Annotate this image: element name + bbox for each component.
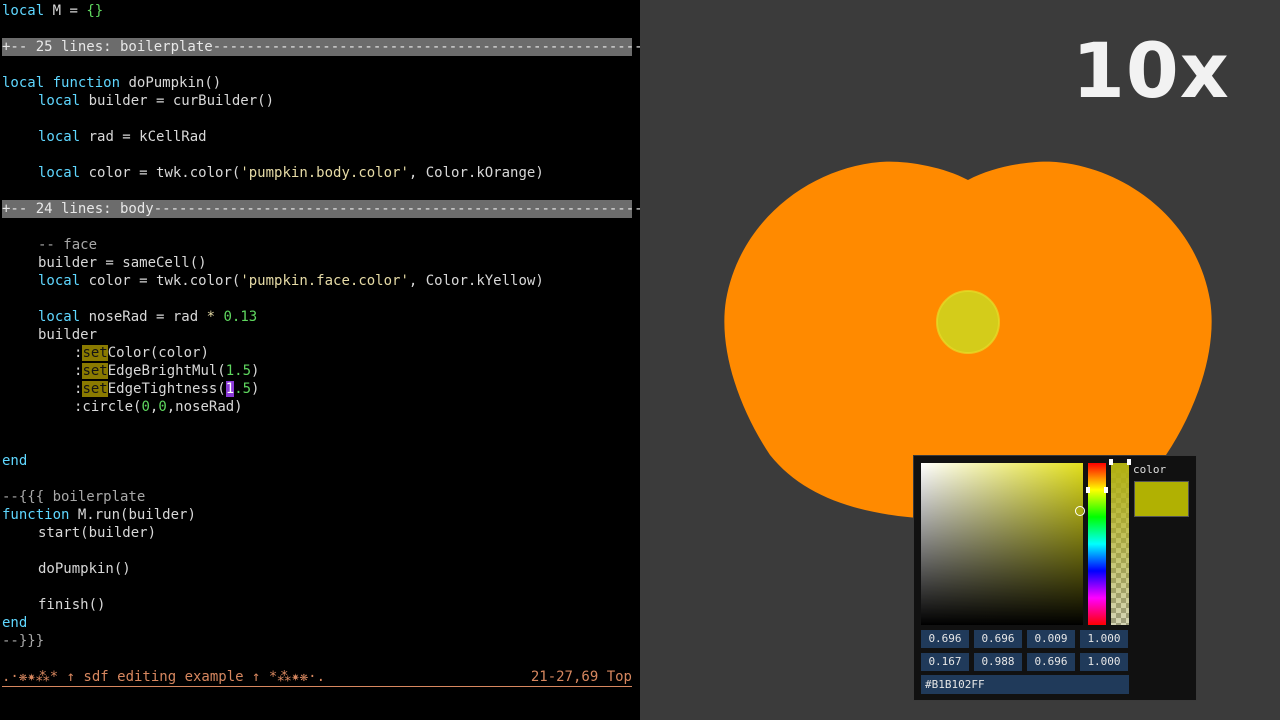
rgba-a-field[interactable]: 1.000: [1080, 630, 1128, 648]
color-picker-panel[interactable]: color 0.696 0.696 0.009 1.000 0.167 0.98…: [913, 455, 1197, 701]
alpha-slider[interactable]: [1111, 463, 1129, 625]
code-line: start(builder): [38, 525, 157, 541]
code-comment: --}}}: [2, 633, 45, 649]
code-line: :circle(0,0,noseRad): [74, 399, 243, 415]
code-line: doPumpkin(): [38, 561, 131, 577]
code-line: local rad = kCellRad: [38, 129, 207, 145]
code-line: :setColor(color): [74, 345, 209, 361]
speed-label: 10x: [1072, 26, 1230, 115]
code-line: builder: [38, 327, 98, 343]
code-line: :setEdgeBrightMul(1.5): [74, 363, 260, 379]
code-line-cursor[interactable]: :setEdgeTightness(1.5): [74, 380, 259, 398]
code-line: builder = sameCell(): [38, 255, 207, 271]
hex-input[interactable]: #B1B102FF: [921, 675, 1129, 694]
fold-body[interactable]: +-- 24 lines: body----------------------…: [2, 200, 640, 218]
code-line: end: [2, 615, 28, 631]
code-editor[interactable]: local M = {} +-- 25 lines: boilerplate--…: [0, 0, 640, 720]
status-line: .·❋✷⁂* ↑ sdf editing example ↑ *⁂✷❋·. 21…: [2, 668, 632, 687]
code-line: finish(): [38, 597, 106, 613]
text-cursor: 1: [225, 381, 235, 397]
code-line: end: [2, 453, 28, 469]
hsva-a-field[interactable]: 1.000: [1080, 653, 1128, 671]
hsva-h-field[interactable]: 0.167: [921, 653, 969, 671]
code-comment: -- face: [38, 237, 98, 253]
rgba-r-field[interactable]: 0.696: [921, 630, 969, 648]
cursor-position: 21-27,69 Top: [530, 669, 632, 685]
hsva-s-field[interactable]: 0.988: [974, 653, 1022, 671]
code-line: local builder = curBuilder(): [38, 93, 275, 109]
hue-slider-handle[interactable]: [1086, 487, 1108, 493]
fold-boilerplate[interactable]: +-- 25 lines: boilerplate---------------…: [2, 38, 640, 56]
code-comment: --{{{ boilerplate: [2, 489, 146, 505]
rgba-g-field[interactable]: 0.696: [974, 630, 1022, 648]
hsva-v-field[interactable]: 0.696: [1027, 653, 1075, 671]
saturation-value-area[interactable]: [921, 463, 1083, 625]
code-line: local color = twk.color('pumpkin.face.co…: [38, 273, 544, 289]
code-line: local M = {}: [2, 3, 104, 19]
code-line: local color = twk.color('pumpkin.body.co…: [38, 165, 544, 181]
code-line: local noseRad = rad * 0.13: [38, 309, 258, 325]
code-line: local function doPumpkin(): [2, 75, 222, 91]
alpha-slider-handle[interactable]: [1109, 459, 1131, 465]
code-line: function M.run(builder): [2, 507, 196, 523]
sv-cursor[interactable]: [1075, 506, 1085, 516]
status-title: .·❋✷⁂* ↑ sdf editing example ↑ *⁂✷❋·.: [2, 669, 326, 685]
color-swatch[interactable]: [1134, 481, 1189, 517]
rgba-b-field[interactable]: 0.009: [1027, 630, 1075, 648]
picker-label: color: [1133, 463, 1167, 476]
